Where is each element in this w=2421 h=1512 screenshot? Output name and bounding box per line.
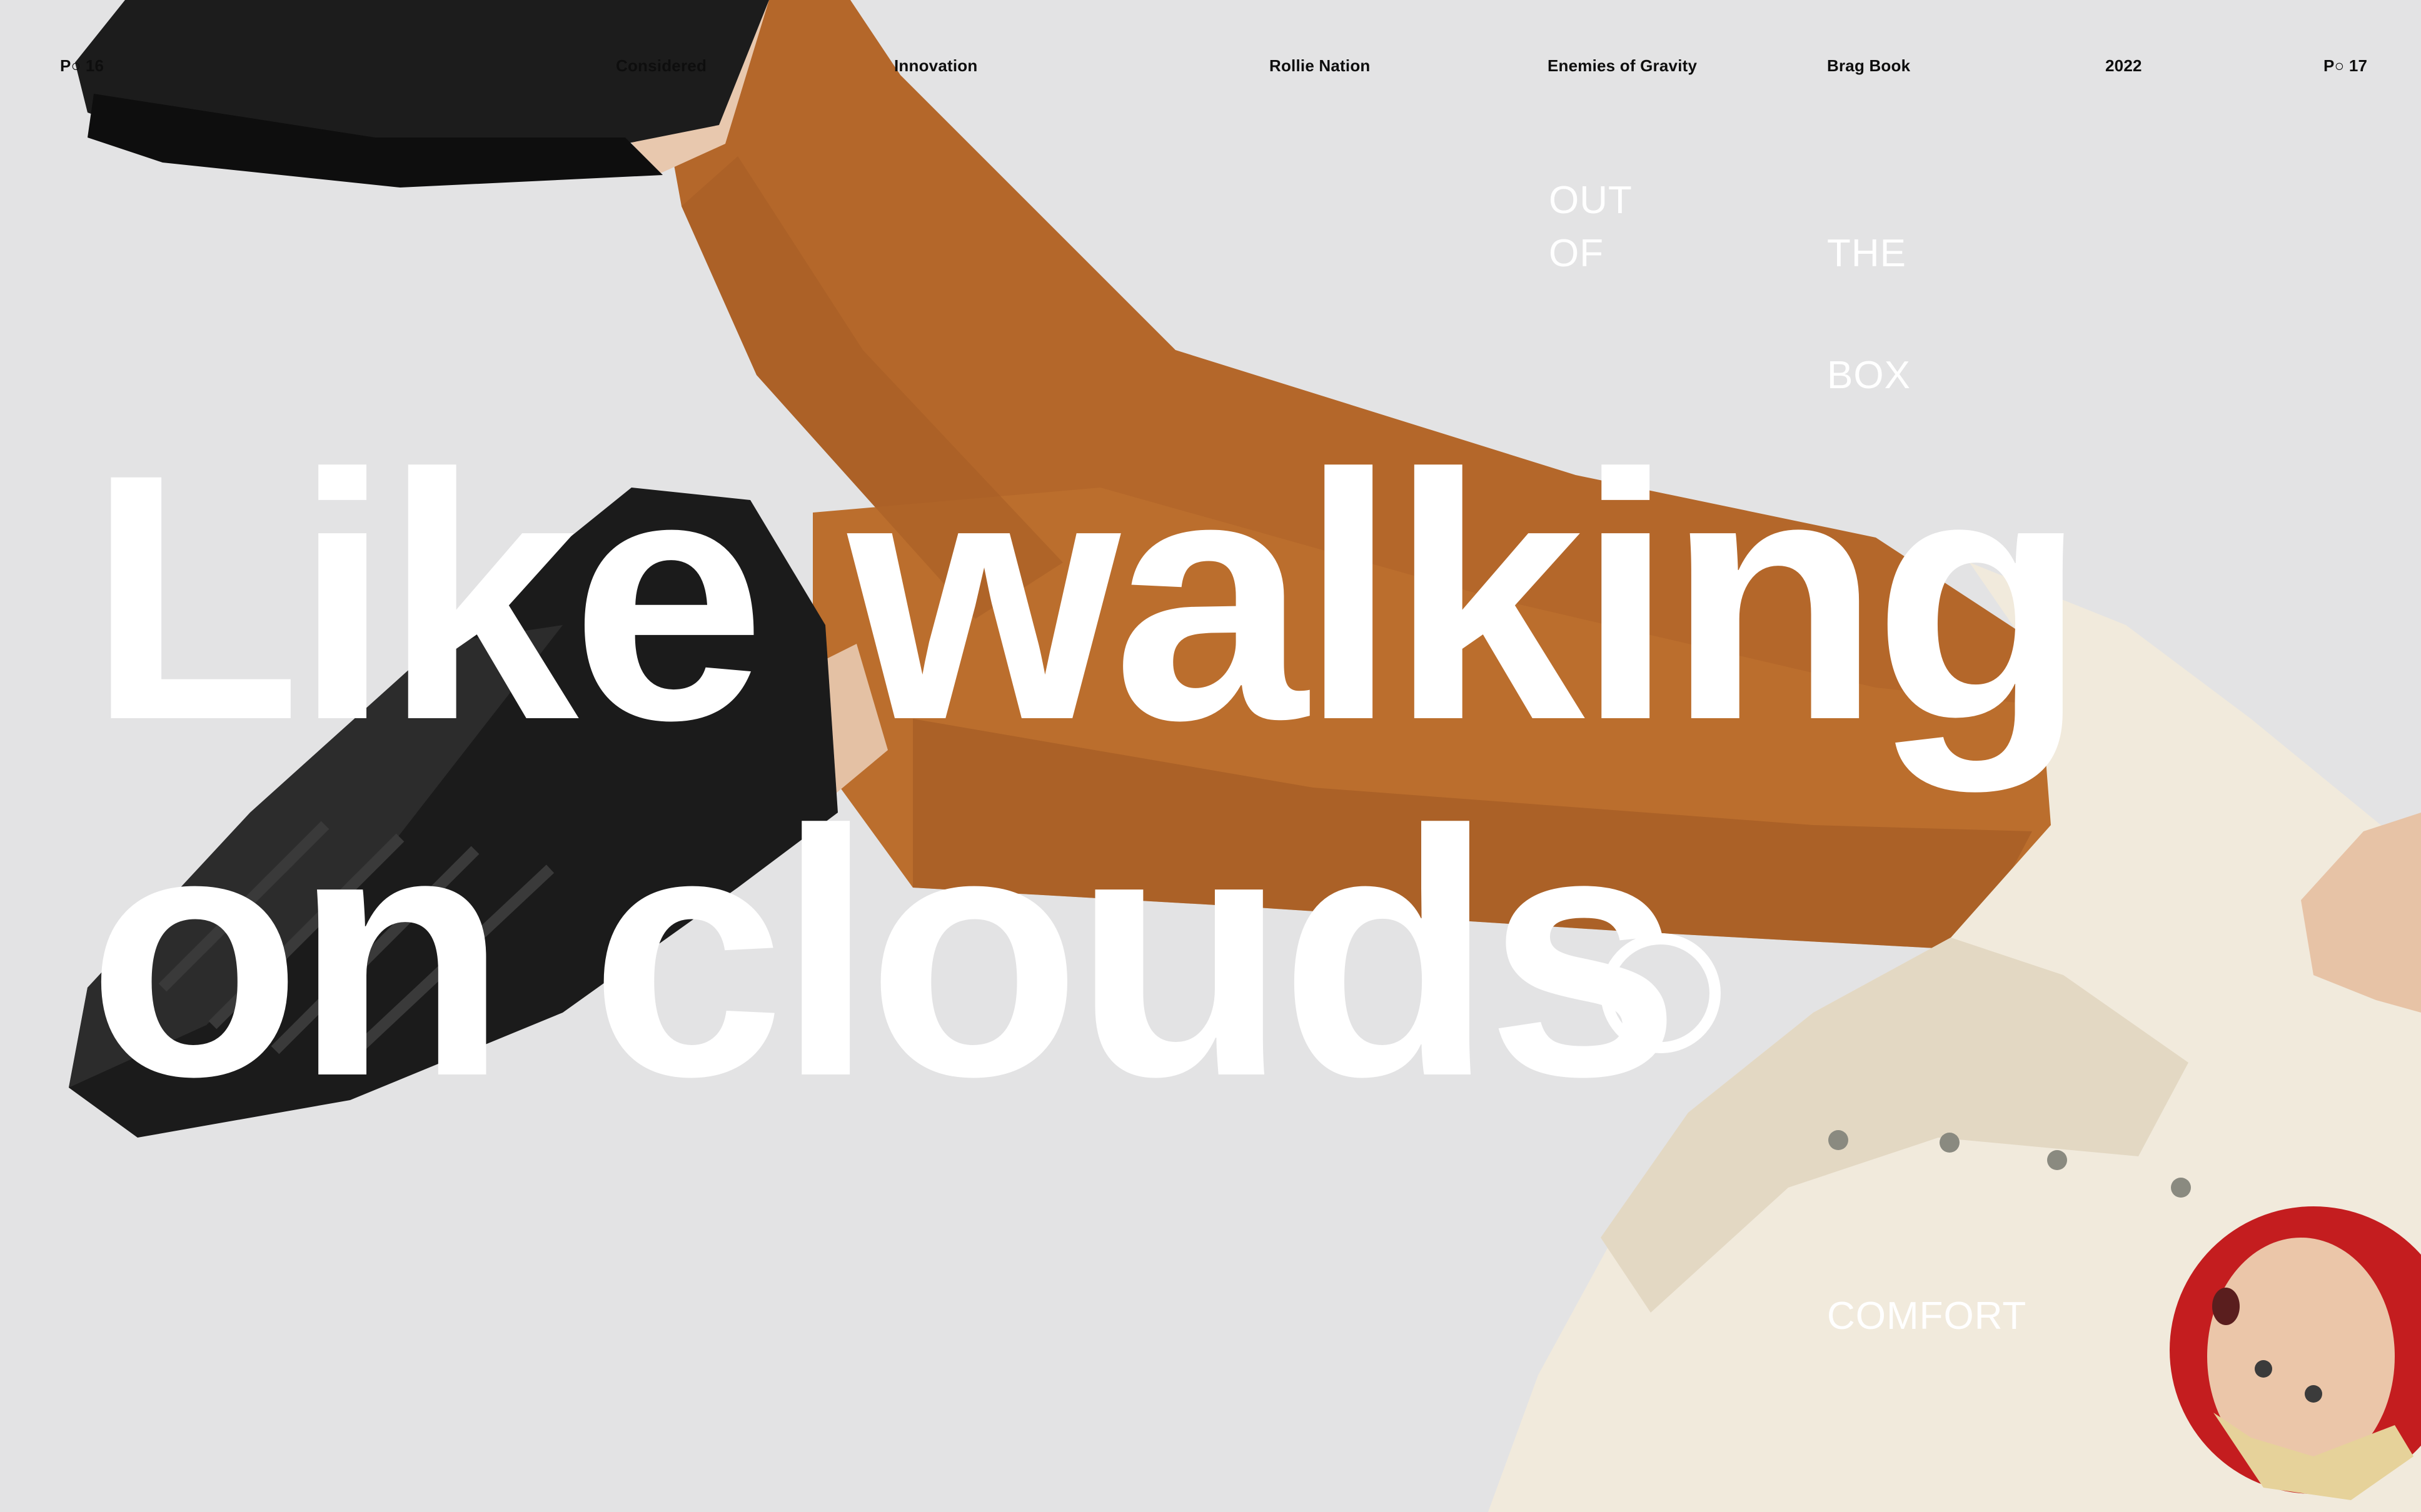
headline-line-1: Like walking [88, 401, 2087, 793]
nav-item-innovation[interactable]: Innovation [894, 56, 977, 76]
label-box: BOX [1827, 354, 1911, 397]
nav-item-brag-book[interactable]: Brag Book [1827, 56, 1910, 76]
top-navigation: P○ 16 Considered Innovation Rollie Natio… [0, 0, 2421, 134]
label-out: OUT [1549, 179, 1633, 222]
eye-left [2255, 1360, 2272, 1378]
mouth [2212, 1288, 2240, 1325]
circle-mark-icon [1601, 933, 1721, 1053]
label-of: OF [1549, 232, 1604, 275]
page-number-left: P○ 16 [60, 56, 104, 75]
nav-item-considered[interactable]: Considered [616, 56, 707, 76]
eye-right [2305, 1385, 2322, 1403]
label-comfort: COMFORT [1827, 1294, 2027, 1338]
headline-line-2: on clouds [88, 758, 1681, 1149]
label-the: THE [1827, 232, 1906, 275]
nav-item-year[interactable]: 2022 [2105, 56, 2142, 76]
page-number-right: P○ 17 [2323, 56, 2368, 75]
nav-item-rollie-nation[interactable]: Rollie Nation [1269, 56, 1371, 76]
nav-item-enemies-of-gravity[interactable]: Enemies of Gravity [1548, 56, 1697, 76]
